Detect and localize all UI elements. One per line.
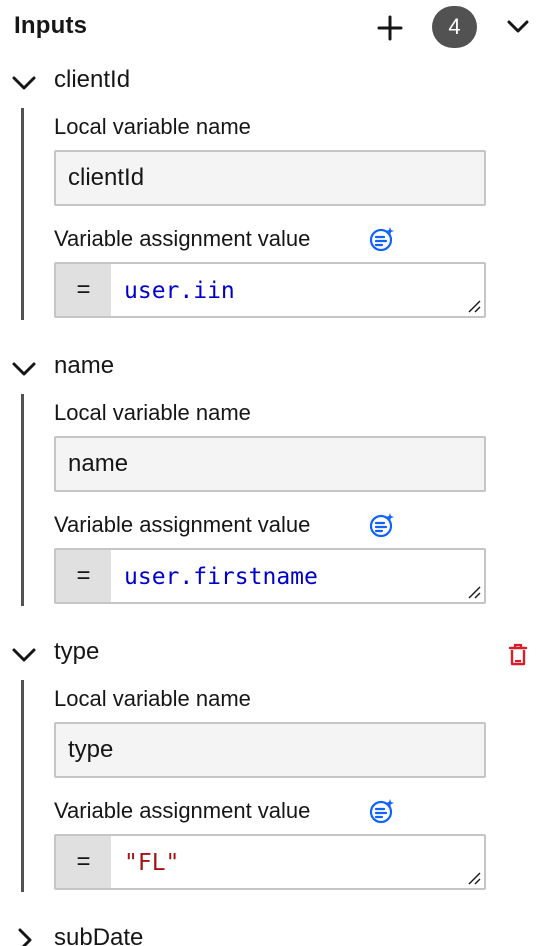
assignment-expression: user.firstname (124, 564, 318, 590)
local-variable-name-field[interactable] (54, 150, 486, 206)
input-section-subdate: subDate (0, 920, 536, 946)
input-section-header[interactable]: type (0, 634, 536, 674)
local-variable-name-field[interactable] (54, 436, 486, 492)
variable-assignment-value-label: Variable assignment value (54, 798, 311, 823)
chevron-down-icon (12, 76, 36, 90)
chevron-right-icon (18, 928, 32, 946)
input-section-title: subDate (54, 924, 144, 946)
section-divider-line (21, 394, 24, 606)
resize-handle-icon[interactable] (466, 584, 482, 600)
section-divider-line (21, 108, 24, 320)
operator-cell: = (56, 550, 111, 602)
trash-icon (508, 643, 528, 666)
input-section-clientid: clientId Local variable name Variable as… (0, 62, 536, 332)
chevron-down-icon (12, 362, 36, 376)
chevron-down-icon (507, 20, 529, 33)
inputs-title: Inputs (14, 12, 88, 39)
resize-handle-icon[interactable] (466, 298, 482, 314)
input-section-title: name (54, 352, 115, 379)
delete-input-button[interactable] (502, 638, 534, 670)
variable-assignment-value-label: Variable assignment value (54, 512, 311, 537)
collapse-inputs-button[interactable] (502, 10, 534, 42)
inputs-count-badge: 4 (432, 6, 477, 48)
input-section-name: name Local variable name Variable assign… (0, 348, 536, 618)
plus-icon (377, 15, 403, 41)
assignment-expression: "FL" (124, 850, 180, 876)
section-divider-line (21, 680, 24, 892)
ai-assist-icon[interactable] (368, 511, 396, 539)
chevron-down-icon (12, 648, 36, 662)
input-section-type: type Local variable name Variable assign… (0, 634, 536, 904)
add-input-button[interactable] (370, 8, 410, 48)
variable-assignment-value-field[interactable]: = "FL" (54, 834, 486, 890)
assignment-expression: user.iin (124, 278, 235, 304)
input-section-title: clientId (54, 66, 131, 93)
local-variable-name-label: Local variable name (54, 400, 251, 425)
local-variable-name-field[interactable] (54, 722, 486, 778)
input-section-header[interactable]: name (0, 348, 536, 388)
ai-assist-icon[interactable] (368, 225, 396, 253)
operator-cell: = (56, 836, 111, 888)
input-section-header[interactable]: subDate (0, 920, 536, 946)
variable-assignment-value-field[interactable]: = user.iin (54, 262, 486, 318)
input-section-header[interactable]: clientId (0, 62, 536, 102)
resize-handle-icon[interactable] (466, 870, 482, 886)
operator-cell: = (56, 264, 111, 316)
variable-assignment-value-field[interactable]: = user.firstname (54, 548, 486, 604)
local-variable-name-label: Local variable name (54, 686, 251, 711)
input-section-title: type (54, 638, 100, 665)
inputs-header: Inputs 4 (0, 0, 536, 54)
ai-assist-icon[interactable] (368, 797, 396, 825)
local-variable-name-label: Local variable name (54, 114, 251, 139)
variable-assignment-value-label: Variable assignment value (54, 226, 311, 251)
